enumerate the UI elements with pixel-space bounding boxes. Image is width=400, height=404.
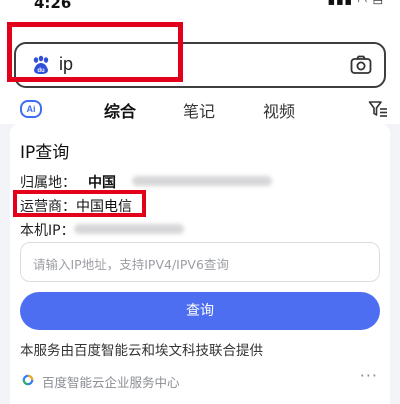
service-note: 本服务由百度智能云和埃文科技联合提供 <box>20 343 263 359</box>
query-button[interactable]: 查询 <box>20 292 380 330</box>
ip-query-card: IP查询 归属地： 中国 运营商： 中国电信 本机IP： 请输入IP地址，支持I… <box>10 122 390 404</box>
location-value: 中国 <box>88 175 116 191</box>
more-options-icon[interactable]: ··· <box>360 366 378 385</box>
source-footer[interactable]: 百度智能云企业服务中心 ··· <box>20 366 380 390</box>
ai-icon[interactable]: Ai <box>20 100 42 118</box>
status-icons: ▪▪▪ ◠ ▭ <box>327 0 384 8</box>
isp-highlight-box <box>13 190 146 217</box>
search-highlight-box <box>7 22 183 82</box>
tab-comprehensive[interactable]: 综合 <box>104 98 136 122</box>
camera-icon[interactable] <box>350 55 372 75</box>
local-ip-label: 本机IP： <box>20 223 75 239</box>
tab-videos[interactable]: 视频 <box>263 98 295 122</box>
tab-notes[interactable]: 笔记 <box>183 98 215 122</box>
footer-source-text: 百度智能云企业服务中心 <box>42 375 180 390</box>
status-time: 4:26 <box>34 0 72 12</box>
location-label: 归属地： <box>20 175 76 191</box>
location-detail-redacted <box>132 176 272 186</box>
filter-icon[interactable] <box>368 100 388 118</box>
ip-input-placeholder: 请输入IP地址，支持IPV4/IPV6查询 <box>33 257 229 272</box>
card-title: IP查询 <box>20 143 70 163</box>
status-bar: 4:26 ▪▪▪ ◠ ▭ <box>0 0 400 14</box>
local-ip-redacted <box>74 224 184 234</box>
baidu-cloud-logo-icon <box>22 374 34 386</box>
ip-address-input[interactable]: 请输入IP地址，支持IPV4/IPV6查询 <box>20 242 380 282</box>
